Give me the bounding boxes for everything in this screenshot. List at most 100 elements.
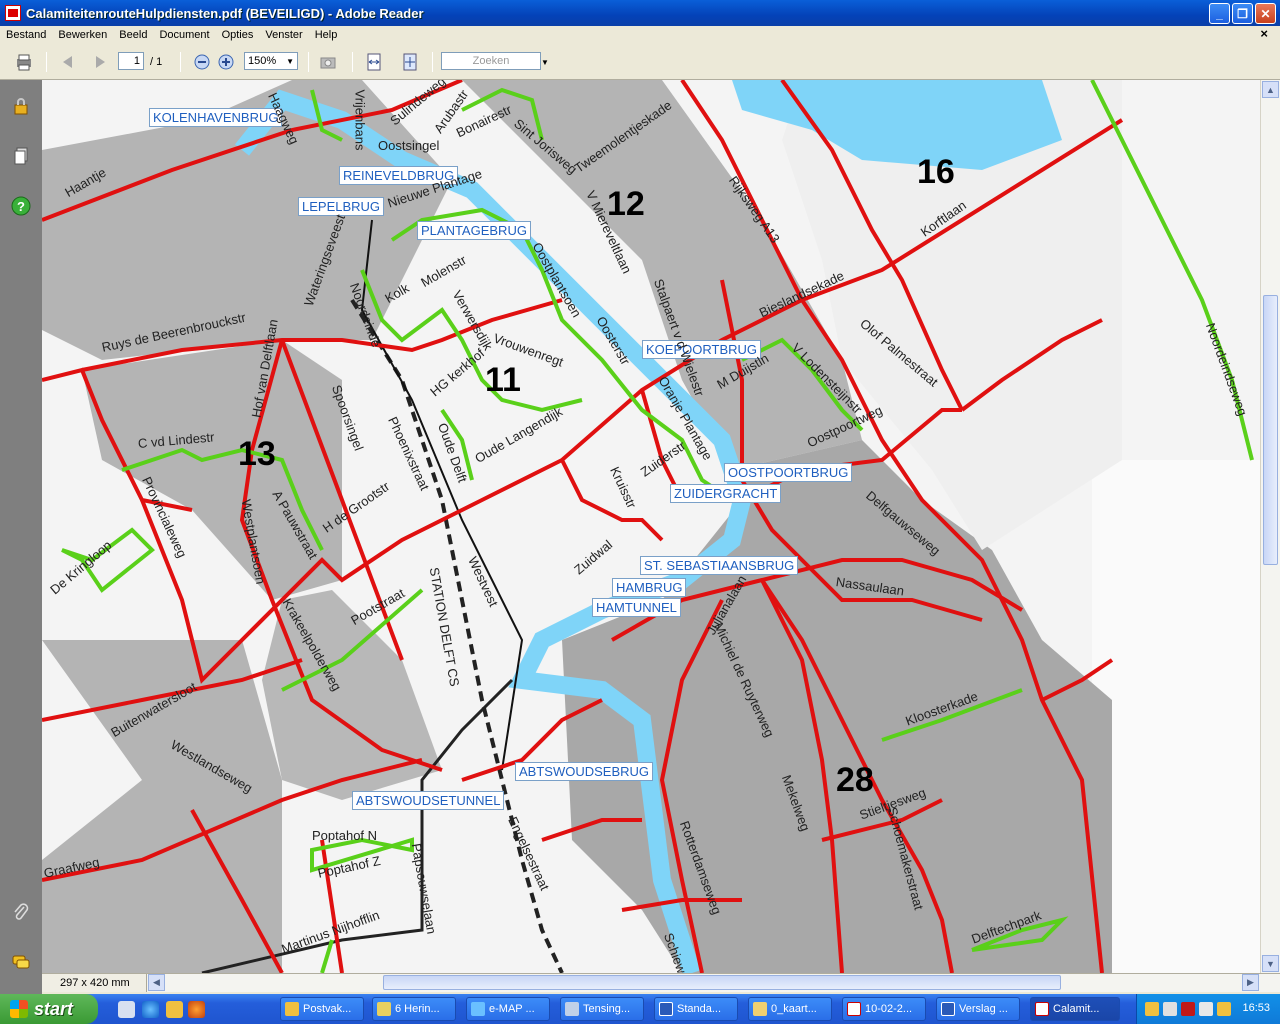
close-button[interactable]: ✕ bbox=[1255, 3, 1276, 24]
taskbar-item[interactable]: 10-02-2... bbox=[842, 997, 926, 1021]
label-zuidergracht: ZUIDERGRACHT bbox=[670, 484, 782, 503]
zoom-in-icon bbox=[218, 54, 234, 70]
pages-icon[interactable] bbox=[11, 146, 31, 166]
zone-number: 13 bbox=[238, 435, 276, 473]
menu-bestand[interactable]: Bestand bbox=[0, 29, 52, 41]
window-title: CalamiteitenrouteHulpdiensten.pdf (BEVEI… bbox=[26, 5, 424, 21]
adobe-reader-icon bbox=[5, 5, 21, 21]
menu-venster[interactable]: Venster bbox=[259, 29, 308, 41]
search-dropdown-icon[interactable]: ▼ bbox=[541, 52, 549, 72]
menu-opties[interactable]: Opties bbox=[216, 29, 260, 41]
street-label: Vrijenbans bbox=[352, 89, 368, 151]
page-number-input[interactable]: 1 bbox=[118, 52, 144, 70]
taskbar-item[interactable]: 0_kaart... bbox=[748, 997, 832, 1021]
taskbar-item-active[interactable]: Calamit... bbox=[1030, 997, 1120, 1021]
menu-beeld[interactable]: Beeld bbox=[113, 29, 153, 41]
menu-help[interactable]: Help bbox=[309, 29, 344, 41]
arrow-left-icon bbox=[63, 56, 72, 68]
folder-icon bbox=[753, 1002, 767, 1016]
taskbar-item[interactable]: 6 Herin... bbox=[372, 997, 456, 1021]
system-tray: 16:53 bbox=[1136, 994, 1280, 1024]
fit-width-button[interactable] bbox=[364, 52, 384, 72]
toolbar: 1 / 1 150% ▼ Zoeken ▼ bbox=[0, 44, 1280, 80]
tray-alert-icon[interactable] bbox=[1217, 1002, 1231, 1016]
label-plantagebrug: PLANTAGEBRUG bbox=[417, 221, 531, 240]
next-page-button[interactable] bbox=[90, 52, 110, 72]
label-hamtunnel: HAMTUNNEL bbox=[592, 598, 681, 617]
horizontal-scroll-thumb[interactable] bbox=[383, 975, 1061, 990]
fit-page-button[interactable] bbox=[400, 52, 420, 72]
vertical-scrollbar[interactable]: ▲ ▼ bbox=[1260, 80, 1280, 973]
zoom-value: 150% bbox=[248, 55, 277, 67]
zone-number: 28 bbox=[836, 761, 874, 799]
tray-network-icon[interactable] bbox=[1163, 1002, 1177, 1016]
start-button[interactable]: start bbox=[0, 994, 98, 1024]
menu-bewerken[interactable]: Bewerken bbox=[52, 29, 113, 41]
zone-number: 12 bbox=[607, 185, 645, 223]
district-map bbox=[42, 80, 1260, 973]
comments-icon[interactable] bbox=[11, 952, 31, 972]
label-koepoortbrug: KOEPOORTBRUG bbox=[642, 340, 762, 359]
application-icon bbox=[565, 1002, 579, 1016]
water-polygon bbox=[732, 80, 1062, 170]
street-label: Oostsingel bbox=[378, 138, 440, 153]
firefox-icon[interactable] bbox=[188, 1001, 205, 1018]
clock: 16:53 bbox=[1242, 1002, 1270, 1014]
tray-volume-icon[interactable] bbox=[1199, 1002, 1213, 1016]
taskbar-item[interactable]: Standa... bbox=[654, 997, 738, 1021]
zoom-in-button[interactable] bbox=[216, 52, 236, 72]
print-button[interactable] bbox=[14, 52, 34, 72]
word-icon bbox=[659, 1002, 673, 1016]
scroll-up-icon[interactable]: ▲ bbox=[1262, 81, 1279, 98]
label-lepelbrug: LEPELBRUG bbox=[298, 197, 385, 216]
zoom-select[interactable]: 150% ▼ bbox=[244, 52, 298, 70]
label-abtswoudsebrug: ABTSWOUDSEBRUG bbox=[515, 762, 654, 781]
taskbar-item[interactable]: Verslag ... bbox=[936, 997, 1020, 1021]
start-label: start bbox=[34, 998, 74, 1019]
arrow-right-icon bbox=[96, 56, 105, 68]
area-polygon bbox=[42, 640, 282, 973]
outlook-icon bbox=[285, 1002, 299, 1016]
scroll-left-icon[interactable]: ◀ bbox=[148, 974, 165, 991]
label-abtswoudsetunnel: ABTSWOUDSETUNNEL bbox=[352, 791, 505, 810]
minimize-button[interactable]: _ bbox=[1209, 3, 1230, 24]
lock-icon[interactable] bbox=[11, 96, 31, 116]
horizontal-scrollbar[interactable]: ◀ ▶ bbox=[147, 974, 1280, 992]
taskbar-item[interactable]: Postvak... bbox=[280, 997, 364, 1021]
word-icon bbox=[941, 1002, 955, 1016]
fit-width-icon bbox=[367, 53, 381, 71]
show-desktop-icon[interactable] bbox=[118, 1001, 135, 1018]
pdf-page-map[interactable]: KOLENHAVENBRUG REINEVELDBRUG LEPELBRUG P… bbox=[42, 80, 1260, 973]
search-input[interactable]: Zoeken bbox=[441, 52, 541, 70]
maximize-button[interactable]: ❐ bbox=[1232, 3, 1253, 24]
scroll-right-icon[interactable]: ▶ bbox=[1242, 974, 1259, 991]
zoom-out-button[interactable] bbox=[192, 52, 212, 72]
tray-antivirus-icon[interactable] bbox=[1181, 1002, 1195, 1016]
page-total: / 1 bbox=[150, 56, 163, 68]
zone-number: 16 bbox=[917, 153, 955, 191]
outlook-icon[interactable] bbox=[166, 1001, 183, 1018]
previous-page-button[interactable] bbox=[58, 52, 78, 72]
scroll-down-icon[interactable]: ▼ bbox=[1262, 955, 1279, 972]
page-size-label: 297 x 420 mm bbox=[42, 974, 147, 992]
title-bar: CalamiteitenrouteHulpdiensten.pdf (BEVEI… bbox=[0, 0, 1280, 26]
reminder-icon bbox=[377, 1002, 391, 1016]
document-close-icon[interactable]: × bbox=[1254, 26, 1274, 41]
printer-icon bbox=[17, 54, 31, 71]
tray-outlook-icon[interactable] bbox=[1145, 1002, 1159, 1016]
menu-document[interactable]: Document bbox=[153, 29, 215, 41]
pdf-icon bbox=[847, 1002, 861, 1016]
label-oostpoortbrug: OOSTPOORTBRUG bbox=[724, 463, 853, 482]
help-icon[interactable]: ? bbox=[11, 196, 31, 216]
chevron-down-icon: ▼ bbox=[286, 56, 294, 66]
internet-explorer-icon[interactable] bbox=[142, 1001, 159, 1018]
taskbar-item[interactable]: Tensing... bbox=[560, 997, 644, 1021]
taskbar: start Postvak... 6 Herin... e-MAP ... Te… bbox=[0, 994, 1280, 1024]
taskbar-item[interactable]: e-MAP ... bbox=[466, 997, 550, 1021]
vertical-scroll-thumb[interactable] bbox=[1263, 295, 1278, 565]
navigation-panel: ? bbox=[0, 80, 42, 994]
label-hambrug: HAMBRUG bbox=[612, 578, 687, 597]
status-bar: 297 x 420 mm ◀ ▶ bbox=[42, 973, 1280, 992]
paperclip-icon[interactable] bbox=[11, 902, 31, 922]
snapshot-button[interactable] bbox=[318, 52, 338, 72]
